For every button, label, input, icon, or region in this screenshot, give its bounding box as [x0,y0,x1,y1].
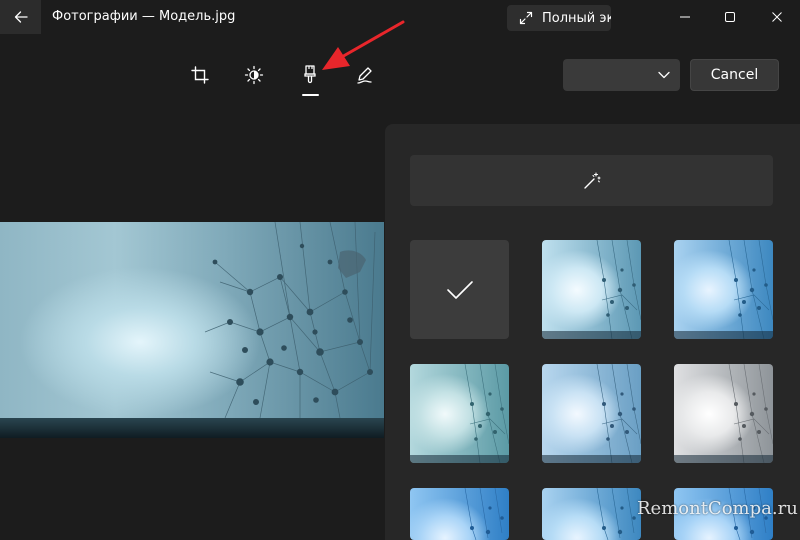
filter-thumbnail[interactable] [542,364,641,463]
filter-tool-button[interactable] [298,63,322,87]
filter-original-selected[interactable] [410,240,509,339]
fullscreen-button[interactable]: Полный экран [507,5,611,31]
filter-preview-image [596,488,636,540]
active-tool-indicator [302,94,319,96]
close-button[interactable] [754,0,800,34]
back-button[interactable] [0,0,41,34]
filter-preview-image [464,488,504,540]
expand-diagonal-icon [519,11,533,25]
save-options-dropdown[interactable] [563,59,680,91]
filter-preview-image [596,240,641,339]
fullscreen-label: Полный экран [542,10,611,26]
crop-icon [191,66,209,84]
filter-thumbnail[interactable] [542,488,641,540]
arrow-left-icon [14,11,28,23]
photo-shade [0,418,384,438]
filter-preview-image [596,364,641,463]
chevron-down-icon [658,71,670,79]
filter-brush-icon [304,65,316,84]
checkmark-icon [446,280,473,299]
magic-wand-icon [583,171,601,189]
filter-thumbnail[interactable] [542,240,641,339]
minimize-button[interactable] [662,0,708,34]
close-icon [772,12,782,22]
filter-preview-image [728,364,773,463]
watermark: RemontCompa.ru [637,498,798,519]
filter-preview-image [728,240,773,339]
window-title: Фотографии — Модель.jpg [52,9,236,24]
maximize-button[interactable] [707,0,753,34]
title-bar: Фотографии — Модель.jpg Полный экран [0,0,800,34]
filter-thumbnail[interactable] [674,364,773,463]
brightness-icon [244,65,264,85]
minimize-icon [680,16,690,18]
filter-thumbnail[interactable] [410,488,509,540]
filter-thumbnail[interactable] [674,240,773,339]
adjust-tool-button[interactable] [242,63,266,87]
markup-pen-icon [357,67,372,84]
markup-tool-button[interactable] [353,63,377,87]
crop-tool-button[interactable] [188,63,212,87]
filter-thumbnail[interactable] [410,364,509,463]
auto-enhance-button[interactable] [410,155,773,206]
cancel-button[interactable]: Cancel [690,59,779,91]
molecule-network-image [204,222,376,418]
maximize-icon [725,12,735,22]
filter-preview-image [464,364,509,463]
photo-preview [0,222,384,438]
